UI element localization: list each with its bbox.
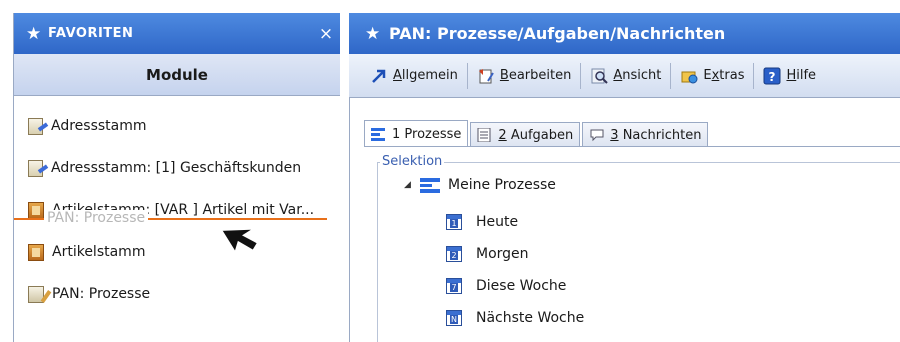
address-card-icon bbox=[28, 159, 43, 177]
module-bar[interactable]: Module bbox=[14, 54, 340, 96]
hilfe-button[interactable]: ? Hilfe bbox=[756, 61, 823, 91]
tab-label: Nachrichten bbox=[622, 127, 702, 143]
extras-folder-icon bbox=[681, 71, 698, 83]
selection-label: Selektion bbox=[380, 154, 445, 169]
tree-node-morgen[interactable]: 2 Morgen bbox=[446, 246, 529, 262]
address-card-icon bbox=[28, 117, 43, 135]
process-list-icon bbox=[371, 128, 385, 141]
process-icon bbox=[28, 285, 44, 303]
tree-node-label: Meine Prozesse bbox=[448, 177, 556, 193]
toolbar-separator bbox=[466, 62, 468, 89]
allgemein-button[interactable]: Allgemein bbox=[363, 61, 465, 91]
window-header: ★ PAN: Prozesse/Aufgaben/Nachrichten bbox=[349, 13, 900, 54]
edit-icon bbox=[478, 68, 494, 83]
calendar-icon: 1 bbox=[446, 214, 462, 230]
toolbar-separator bbox=[753, 62, 755, 89]
bearbeiten-button[interactable]: Bearbeiten bbox=[470, 61, 578, 91]
help-icon: ? bbox=[763, 67, 781, 84]
favorite-item-label: Artikelstamm bbox=[52, 244, 146, 260]
tree-node-diese-woche[interactable]: 7 Diese Woche bbox=[446, 278, 566, 294]
toolbar-separator bbox=[670, 62, 672, 89]
calendar-icon: N bbox=[446, 310, 462, 326]
toolbar-separator bbox=[580, 62, 582, 89]
toolbar: Allgemein Bearbeiten Ansicht Extras ? Hi… bbox=[349, 54, 900, 98]
favorite-item-label: PAN: Prozesse bbox=[52, 286, 151, 302]
ansicht-button[interactable]: Ansicht bbox=[583, 61, 668, 91]
tab-strip: 1 Prozesse 2 Aufgaben 3 Nachrichten bbox=[364, 120, 710, 147]
content-area: 1 Prozesse 2 Aufgaben 3 Nachrichten Sele… bbox=[349, 98, 900, 342]
extras-label: Extras bbox=[703, 68, 745, 83]
extras-button[interactable]: Extras bbox=[673, 61, 751, 91]
allgemein-label: Allgemein bbox=[393, 68, 458, 83]
favorite-item-label: Adressstamm bbox=[51, 118, 147, 134]
tab-body-border bbox=[364, 146, 900, 147]
tab-prozesse[interactable]: 1 Prozesse bbox=[364, 120, 469, 147]
calendar-icon: 2 bbox=[446, 246, 462, 262]
favorite-item-pan-prozesse[interactable]: PAN: Prozesse bbox=[28, 282, 150, 306]
article-box-icon bbox=[28, 201, 44, 219]
calendar-icon: 7 bbox=[446, 278, 462, 294]
favorites-title: FAVORITEN bbox=[48, 26, 134, 41]
message-bubble-icon bbox=[590, 129, 604, 142]
tab-number: 1 bbox=[392, 126, 401, 142]
tree-node-label: Diese Woche bbox=[476, 278, 567, 294]
tab-label: Prozesse bbox=[404, 126, 462, 142]
tree-node-heute[interactable]: 1 Heute bbox=[446, 214, 518, 230]
tree-node-label: Nächste Woche bbox=[476, 310, 585, 326]
process-list-icon bbox=[420, 178, 440, 193]
drag-ghost-label: PAN: Prozesse bbox=[44, 210, 149, 226]
svg-text:?: ? bbox=[769, 70, 776, 84]
task-list-icon bbox=[477, 128, 491, 142]
bearbeiten-label: Bearbeiten bbox=[499, 68, 572, 83]
favorite-item-adressstamm[interactable]: Adressstamm bbox=[28, 114, 147, 138]
ansicht-label: Ansicht bbox=[613, 68, 662, 83]
tab-aufgaben[interactable]: 2 Aufgaben bbox=[470, 122, 581, 147]
mouse-pointer-icon bbox=[220, 228, 259, 255]
tab-label: Aufgaben bbox=[510, 127, 574, 143]
star-icon: ★ bbox=[26, 23, 42, 44]
tab-number: 3 bbox=[610, 127, 619, 143]
tree-node-label: Heute bbox=[476, 214, 519, 230]
view-magnifier-icon bbox=[591, 68, 609, 84]
tree-node-meine-prozesse[interactable]: ◢ Meine Prozesse bbox=[404, 177, 556, 193]
arrow-icon bbox=[372, 69, 386, 83]
main-window: ★ PAN: Prozesse/Aufgaben/Nachrichten All… bbox=[349, 13, 900, 342]
tree-node-naechste-woche[interactable]: N Nächste Woche bbox=[446, 310, 584, 326]
close-icon[interactable]: × bbox=[312, 24, 340, 44]
tab-number: 2 bbox=[498, 127, 507, 143]
tree-node-label: Morgen bbox=[476, 246, 529, 262]
expand-arrow-icon[interactable]: ◢ bbox=[404, 180, 420, 190]
favorites-panel: ★ FAVORITEN × Module Adressstamm Adresss… bbox=[13, 13, 340, 342]
tab-nachrichten[interactable]: 3 Nachrichten bbox=[582, 122, 709, 147]
favorites-header: ★ FAVORITEN × bbox=[14, 13, 340, 54]
article-box-icon bbox=[28, 243, 44, 261]
window-title: PAN: Prozesse/Aufgaben/Nachrichten bbox=[389, 24, 726, 43]
favorite-item-geschaeftskunden[interactable]: Adressstamm: [1] Geschäftskunden bbox=[28, 156, 301, 180]
star-icon: ★ bbox=[365, 23, 381, 44]
favorite-item-label: Adressstamm: [1] Geschäftskunden bbox=[51, 160, 302, 176]
hilfe-label: Hilfe bbox=[786, 68, 817, 83]
favorite-item-artikelstamm[interactable]: Artikelstamm bbox=[28, 240, 145, 264]
